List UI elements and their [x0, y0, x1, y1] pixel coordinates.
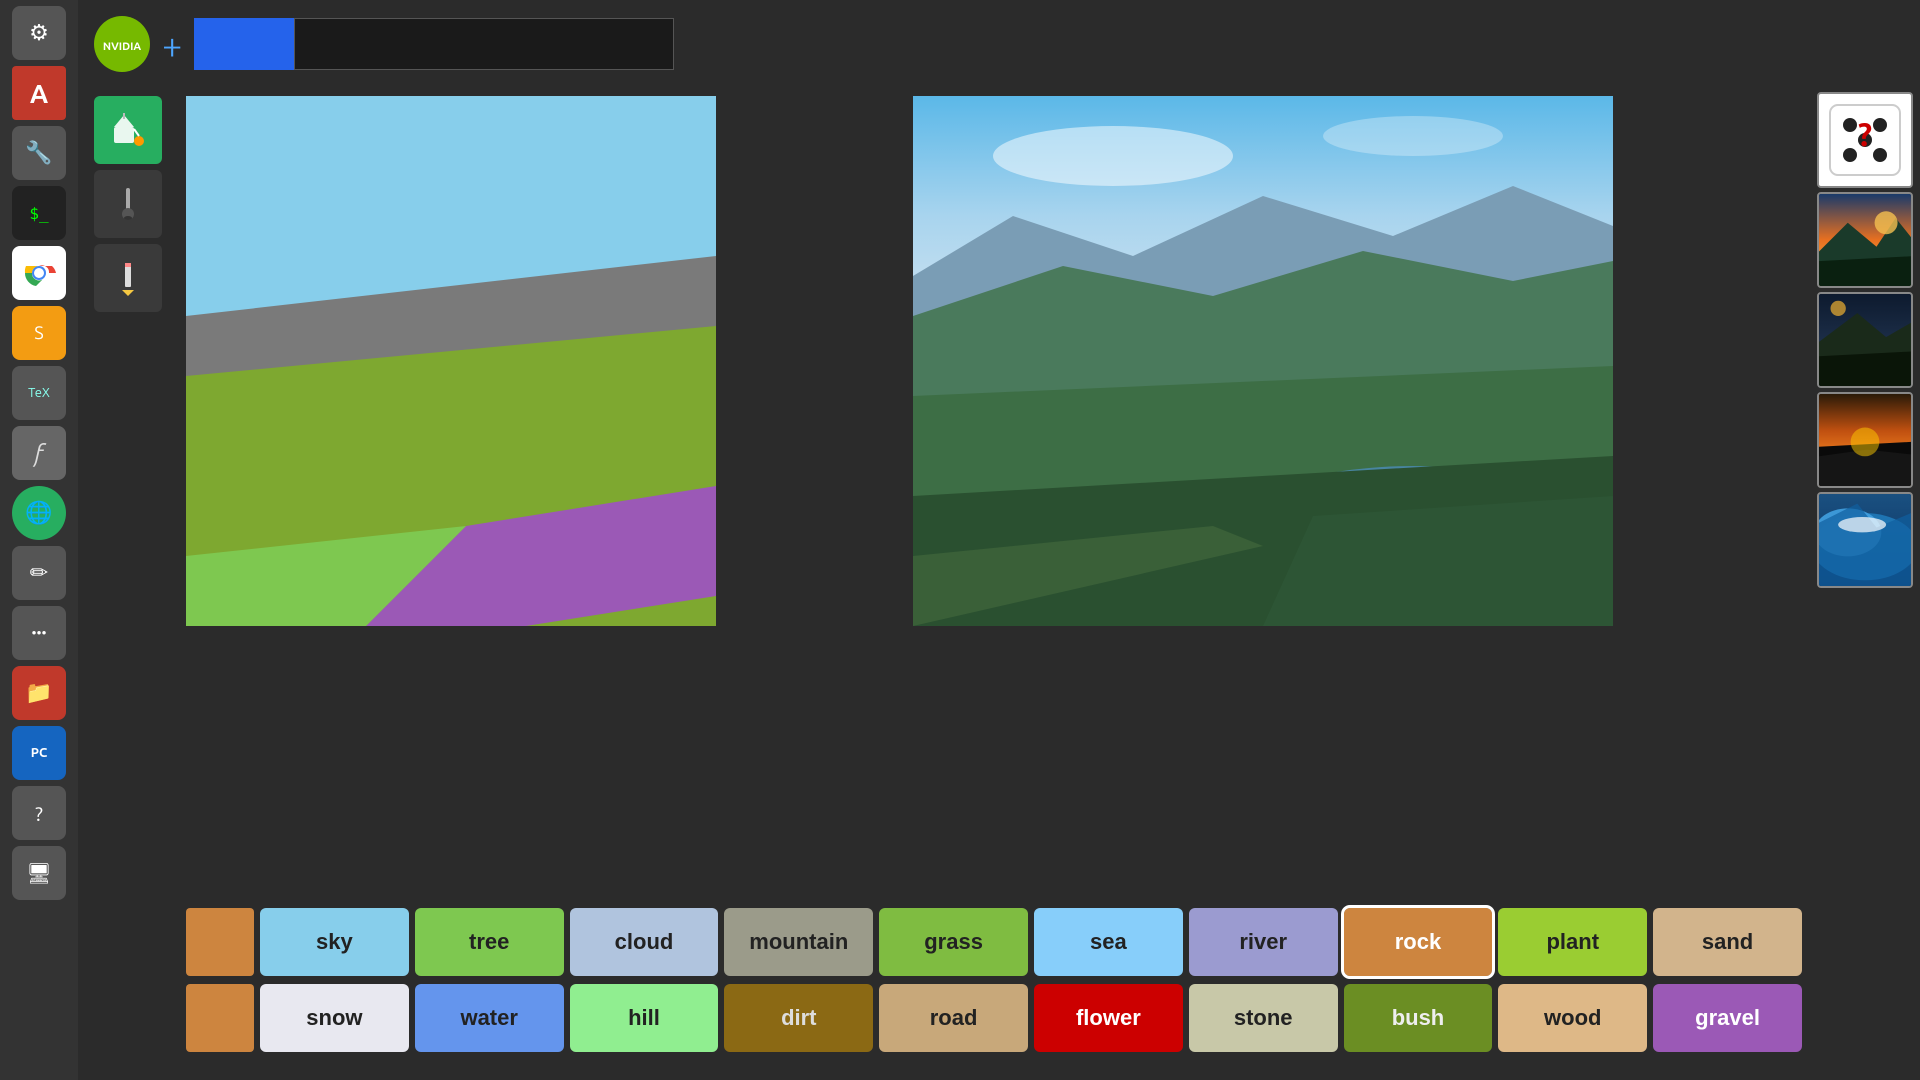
label-water[interactable]: water: [415, 984, 564, 1052]
body-area: sky tree cloud mountain grass sea river …: [78, 88, 1920, 1080]
thumbnail-random-dice[interactable]: ?: [1817, 92, 1913, 188]
active-color-swatch-row2: [186, 984, 254, 1052]
taskbar-chrome-icon[interactable]: [12, 246, 66, 300]
taskbar-pencil-icon[interactable]: ✏: [12, 546, 66, 600]
blue-block: [194, 18, 294, 70]
label-stone[interactable]: stone: [1189, 984, 1338, 1052]
taskbar-pc-icon[interactable]: PC: [12, 726, 66, 780]
label-grass[interactable]: grass: [879, 908, 1028, 976]
label-cloud[interactable]: cloud: [570, 908, 719, 976]
canvases-row: [178, 88, 1810, 900]
label-rock[interactable]: rock: [1344, 908, 1493, 976]
add-button[interactable]: +: [162, 24, 182, 65]
label-dirt[interactable]: dirt: [724, 984, 873, 1052]
tool-column: [78, 88, 178, 1080]
toolbar-bar: [194, 18, 674, 70]
taskbar: ⚙ A 🔧 $_ S TeX f 🌐 ✏ ••• 📁 PC ? 🖥: [0, 0, 78, 1080]
labels-area: sky tree cloud mountain grass sea river …: [178, 900, 1810, 1080]
drawing-canvas[interactable]: [186, 96, 716, 626]
canvas-area: sky tree cloud mountain grass sea river …: [178, 88, 1810, 1080]
generated-image: [724, 96, 1802, 626]
taskbar-files-icon[interactable]: 📁: [12, 666, 66, 720]
thumbnail-ocean-wave[interactable]: [1817, 492, 1913, 588]
taskbar-globe-icon[interactable]: 🌐: [12, 486, 66, 540]
thumbnail-sunset-mountains[interactable]: [1817, 192, 1913, 288]
label-plant[interactable]: plant: [1498, 908, 1647, 976]
label-snow[interactable]: snow: [260, 984, 409, 1052]
label-mountain[interactable]: mountain: [724, 908, 873, 976]
label-wood[interactable]: wood: [1498, 984, 1647, 1052]
labels-row-2: snow water hill dirt road flower stone b…: [186, 984, 1802, 1052]
thumbnail-dark-landscape[interactable]: [1817, 292, 1913, 388]
taskbar-question-icon[interactable]: ?: [12, 786, 66, 840]
label-sand[interactable]: sand: [1653, 908, 1802, 976]
thumbnail-warm-sunset[interactable]: [1817, 392, 1913, 488]
taskbar-tools-icon[interactable]: 🔧: [12, 126, 66, 180]
svg-text:NVIDIA: NVIDIA: [103, 41, 142, 53]
svg-text:?: ?: [1858, 117, 1872, 153]
taskbar-sublime-icon[interactable]: S: [12, 306, 66, 360]
labels-row-1: sky tree cloud mountain grass sea river …: [186, 908, 1802, 976]
active-color-swatch-row1: [186, 908, 254, 976]
taskbar-font-a-icon[interactable]: A: [12, 66, 66, 120]
label-road[interactable]: road: [879, 984, 1028, 1052]
main-area: NVIDIA +: [78, 0, 1920, 1080]
toolbar-input[interactable]: [294, 18, 674, 70]
label-hill[interactable]: hill: [570, 984, 719, 1052]
label-river[interactable]: river: [1189, 908, 1338, 976]
taskbar-terminal-icon[interactable]: $_: [12, 186, 66, 240]
taskbar-dots-icon[interactable]: •••: [12, 606, 66, 660]
label-sky[interactable]: sky: [260, 908, 409, 976]
label-gravel[interactable]: gravel: [1653, 984, 1802, 1052]
label-bush[interactable]: bush: [1344, 984, 1493, 1052]
paint-bucket-tool[interactable]: [94, 96, 162, 164]
taskbar-tex-icon[interactable]: TeX: [12, 366, 66, 420]
brush-tool[interactable]: [94, 170, 162, 238]
toolbar: NVIDIA +: [78, 0, 1920, 88]
label-tree[interactable]: tree: [415, 908, 564, 976]
label-flower[interactable]: flower: [1034, 984, 1183, 1052]
taskbar-monitor-icon[interactable]: 🖥: [12, 846, 66, 900]
label-sea[interactable]: sea: [1034, 908, 1183, 976]
taskbar-font-icon[interactable]: f: [12, 426, 66, 480]
pencil-tool[interactable]: [94, 244, 162, 312]
right-panel: ?: [1810, 88, 1920, 1080]
taskbar-settings-icon[interactable]: ⚙: [12, 6, 66, 60]
nvidia-logo: NVIDIA: [94, 16, 150, 72]
generated-landscape: [724, 96, 1802, 626]
